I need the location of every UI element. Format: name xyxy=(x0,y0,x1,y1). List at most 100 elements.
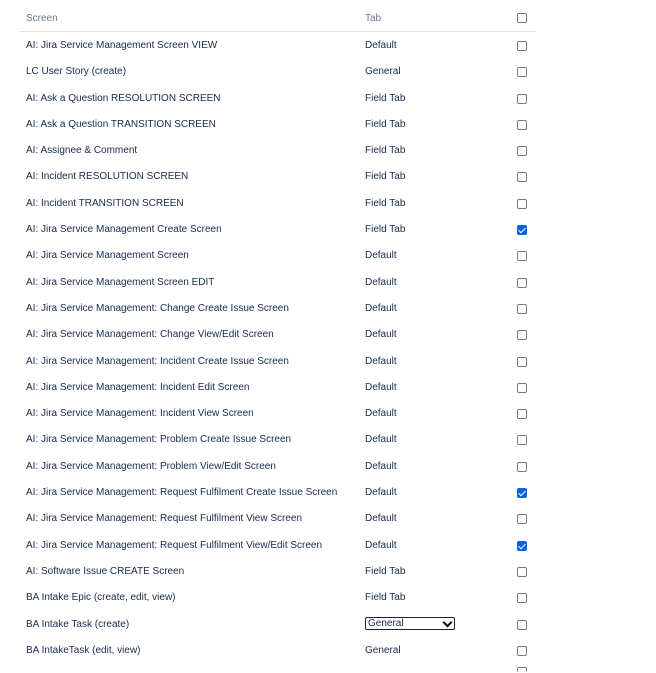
row-checkbox[interactable] xyxy=(517,435,527,446)
row-checkbox[interactable] xyxy=(517,93,527,104)
tab-name: Field Tab xyxy=(365,565,406,577)
screen-name: AI: Jira Service Management Screen xyxy=(26,250,189,262)
tab-name: General xyxy=(365,644,401,656)
screen-name: AI: Assignee & Comment xyxy=(26,145,138,157)
table-row: AI: Jira Service Management Screen EDIT D… xyxy=(20,269,536,295)
screen-name: AI: Software Issue CREATE Screen xyxy=(26,565,185,577)
row-checkbox[interactable] xyxy=(517,277,527,288)
screen-name: AI: Jira Service Management: Change View… xyxy=(26,329,274,341)
screen-name: AI: Jira Service Management: Problem Cre… xyxy=(26,434,292,446)
screen-tab-table: Screen Tab AI: Jira Service Management S… xyxy=(20,0,536,673)
tab-name: Default xyxy=(365,329,397,341)
table-row: AI: Jira Service Management: Problem Cre… xyxy=(20,426,536,452)
screen-name: AI: Jira Service Management Create Scree… xyxy=(26,224,222,236)
tab-name: Field Tab xyxy=(365,224,406,236)
table-row: AI: Jira Service Management Screen Defaul… xyxy=(20,242,536,268)
tab-name: Field Tab xyxy=(365,92,406,104)
row-checkbox[interactable] xyxy=(517,225,527,236)
tab-name: Field Tab xyxy=(365,197,406,209)
row-checkbox[interactable] xyxy=(517,488,527,499)
row-checkbox[interactable] xyxy=(517,330,527,341)
row-checkbox[interactable] xyxy=(517,645,527,656)
tab-name: Default xyxy=(365,381,397,393)
screen-name: AI: Jira Service Management: Incident Vi… xyxy=(26,408,254,420)
table-header: Screen Tab xyxy=(20,0,536,32)
table-row: AI: Jira Service Management: Request Ful… xyxy=(20,505,536,531)
table-row: AI: Jira Service Management Screen VIEW D… xyxy=(20,32,536,58)
table-row: AI: Jira Service Management: Request Ful… xyxy=(20,532,536,558)
row-checkbox[interactable] xyxy=(517,172,527,183)
tab-name: Default xyxy=(365,276,397,288)
tab-name: Default xyxy=(365,40,397,51)
screen-name: AI: Jira Service Management: Incident Cr… xyxy=(26,355,289,367)
screen-name: AI: Jira Service Management Screen VIEW xyxy=(26,40,218,51)
row-checkbox[interactable] xyxy=(517,198,527,209)
screen-name: AI: Jira Service Management: Request Ful… xyxy=(26,513,303,525)
tab-name: Default xyxy=(365,487,397,499)
screen-name: AI: Jira Service Management: Request Ful… xyxy=(26,487,338,499)
screen-name: AI: Jira Service Management: Problem Vie… xyxy=(26,460,276,472)
screen-name: AI: Incident RESOLUTION SCREEN xyxy=(26,171,189,183)
table-row: AI: Jira Service Management: Problem Vie… xyxy=(20,453,536,479)
screen-name: AI: Jira Service Management: Change Crea… xyxy=(26,302,289,314)
table-row: AI: Jira Service Management: Incident Cr… xyxy=(20,348,536,374)
row-checkbox[interactable] xyxy=(517,409,527,420)
table-row-partial xyxy=(20,663,536,673)
table-row: AI: Jira Service Management: Change Crea… xyxy=(20,295,536,321)
screen-name: BA Intake Epic (create, edit, view) xyxy=(26,592,176,604)
column-header-tab: Tab xyxy=(365,13,382,24)
row-checkbox[interactable] xyxy=(517,619,527,630)
checkmark-icon xyxy=(518,541,526,550)
select-all-checkbox[interactable] xyxy=(517,13,527,23)
row-checkbox[interactable] xyxy=(517,251,527,262)
tab-name: Default xyxy=(365,408,397,420)
table-row: AI: Ask a Question TRANSITION SCREEN Fiel… xyxy=(20,111,536,137)
table-row: AI: Software Issue CREATE Screen Field Ta… xyxy=(20,558,536,584)
screen-name: BA Intake Task (create) xyxy=(26,618,130,630)
row-checkbox[interactable] xyxy=(517,356,527,367)
tab-name: Default xyxy=(365,434,397,446)
table-row: AI: Jira Service Management: Incident Ed… xyxy=(20,374,536,400)
row-checkbox[interactable] xyxy=(517,540,527,551)
row-checkbox[interactable] xyxy=(517,593,527,604)
row-checkbox[interactable] xyxy=(517,461,527,472)
tab-name: Default xyxy=(365,513,397,525)
screen-name: BA IntakeTask (edit, view) xyxy=(26,644,141,656)
table-row: BA IntakeTask (edit, view) General xyxy=(20,637,536,663)
checkmark-icon xyxy=(518,225,526,234)
tab-select[interactable]: General xyxy=(365,616,455,630)
table-body: AI: Jira Service Management Screen VIEW D… xyxy=(20,32,536,663)
table-row: AI: Incident RESOLUTION SCREEN Field Tab xyxy=(20,163,536,189)
row-checkbox[interactable] xyxy=(517,119,527,130)
row-checkbox[interactable] xyxy=(517,41,527,51)
row-checkbox[interactable] xyxy=(517,566,527,577)
tab-name: Default xyxy=(365,460,397,472)
screen-name: AI: Jira Service Management Screen EDIT xyxy=(26,276,215,288)
tab-name: Default xyxy=(365,539,397,551)
table-row: AI: Incident TRANSITION SCREEN Field Tab xyxy=(20,190,536,216)
row-checkbox[interactable] xyxy=(517,146,527,157)
tab-name: Field Tab xyxy=(365,118,406,130)
chevron-down-icon xyxy=(442,617,453,627)
tab-name: Field Tab xyxy=(365,171,406,183)
screen-name: AI: Incident TRANSITION SCREEN xyxy=(26,197,184,209)
screen-name: AI: Jira Service Management: Request Ful… xyxy=(26,539,323,551)
row-checkbox[interactable] xyxy=(517,514,527,525)
row-checkbox[interactable] xyxy=(517,67,527,78)
tab-name: Default xyxy=(365,355,397,367)
tab-select-value: General xyxy=(368,617,404,629)
table-row: AI: Jira Service Management: Change View… xyxy=(20,321,536,347)
table-row: BA Intake Task (create) General xyxy=(20,611,536,637)
tab-name: Field Tab xyxy=(365,592,406,604)
table-row: AI: Jira Service Management: Request Ful… xyxy=(20,479,536,505)
column-header-screen: Screen xyxy=(26,13,58,24)
table-row: AI: Jira Service Management Create Scree… xyxy=(20,216,536,242)
screen-name: LC User Story (create) xyxy=(26,66,127,78)
screen-tab-mapping-page: { "table": { "headers": { "screen": "Scr… xyxy=(0,0,656,673)
row-checkbox[interactable] xyxy=(517,303,527,314)
row-checkbox[interactable] xyxy=(517,382,527,393)
checkmark-icon xyxy=(518,488,526,497)
table-row: BA Intake Epic (create, edit, view) Field… xyxy=(20,584,536,610)
tab-name: Default xyxy=(365,302,397,314)
screen-name: AI: Jira Service Management: Incident Ed… xyxy=(26,381,250,393)
